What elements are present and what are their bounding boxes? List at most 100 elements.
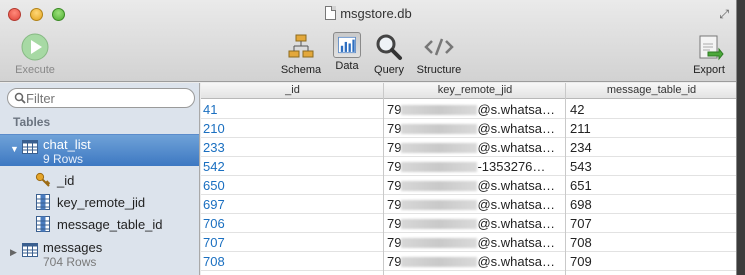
cell-message-table-id[interactable]: 211 (570, 121, 730, 136)
export-icon (699, 35, 724, 61)
jid-prefix: 79 (387, 140, 402, 155)
table-icon (22, 140, 38, 154)
cell-message-table-id[interactable]: 651 (570, 178, 730, 193)
table-row[interactable]: 210 79 @s.whatsa… 211 (201, 119, 736, 138)
jid-suffix: @s.whatsa… (477, 140, 555, 155)
grid-header: _id key_remote_jid message_table_id (201, 83, 736, 99)
column-icon (36, 216, 50, 232)
cell-id[interactable]: 542 (203, 159, 381, 174)
execute-button[interactable]: Execute (10, 32, 60, 76)
column-divider[interactable] (565, 83, 566, 275)
redacted-blur (401, 181, 478, 191)
table-icon (22, 243, 38, 257)
cell-key-remote-jid[interactable]: 79 @s.whatsa… (387, 121, 565, 136)
cell-message-table-id[interactable]: 709 (570, 254, 730, 269)
cell-id[interactable]: 650 (203, 178, 381, 193)
table-row[interactable]: 650 79 @s.whatsa… 651 (201, 176, 736, 195)
column-header-key-remote-jid[interactable]: key_remote_jid (384, 84, 566, 96)
data-label: Data (335, 60, 359, 72)
column-name: message_table_id (57, 217, 163, 232)
table-name: messages (43, 240, 103, 255)
sidebar-item-chat-list[interactable]: ▼ chat_list 9 Rows (0, 134, 199, 166)
sidebar-item-messages[interactable]: ▶ messages 704 Rows (0, 238, 199, 270)
redacted-blur (401, 143, 478, 153)
column-header-message-table-id[interactable]: message_table_id (566, 84, 736, 96)
table-row[interactable]: 706 79 @s.whatsa… 707 (201, 214, 736, 233)
jid-prefix: 79 (387, 254, 402, 269)
cell-message-table-id[interactable]: 698 (570, 197, 730, 212)
table-row[interactable]: 697 79 @s.whatsa… 698 (201, 195, 736, 214)
magnifier-icon (376, 34, 402, 60)
cell-key-remote-jid[interactable]: 79 -1353276… (387, 159, 565, 174)
window-title-bar: msgstore.db (0, 6, 736, 21)
code-brackets-icon (424, 38, 454, 56)
jid-suffix: -1353276… (477, 159, 546, 174)
cell-id[interactable]: 708 (203, 254, 381, 269)
redacted-blur (401, 200, 478, 210)
redacted-blur (401, 105, 478, 115)
jid-suffix: @s.whatsa… (477, 121, 555, 136)
column-name: _id (57, 173, 75, 188)
structure-button[interactable]: Structure (412, 32, 466, 76)
column-header-id[interactable]: _id (201, 84, 384, 96)
redacted-blur (401, 257, 478, 267)
jid-prefix: 79 (387, 235, 402, 250)
cell-id[interactable]: 707 (203, 235, 381, 250)
cell-key-remote-jid[interactable]: 79 @s.whatsa… (387, 102, 565, 117)
fullscreen-icon[interactable]: ⤢ (719, 7, 729, 22)
table-row[interactable]: 708 79 @s.whatsa… 709 (201, 252, 736, 271)
cell-message-table-id[interactable]: 42 (570, 102, 730, 117)
app-window: msgstore.db ⤢ Execute Schema Data Query … (0, 0, 737, 275)
column-divider[interactable] (383, 83, 384, 275)
cell-key-remote-jid[interactable]: 79 @s.whatsa… (387, 216, 565, 231)
export-button[interactable]: Export (689, 32, 729, 76)
data-grid: _id key_remote_jid message_table_id 41 7… (201, 83, 736, 275)
cell-id[interactable]: 41 (203, 102, 381, 117)
query-label: Query (374, 64, 404, 76)
cell-message-table-id[interactable]: 708 (570, 235, 730, 250)
table-row[interactable]: 542 79 -1353276… 543 (201, 157, 736, 176)
cell-message-table-id[interactable]: 707 (570, 216, 730, 231)
redacted-blur (401, 162, 478, 172)
cell-key-remote-jid[interactable]: 79 @s.whatsa… (387, 197, 565, 212)
window-title: msgstore.db (340, 6, 412, 21)
disclosure-expanded-icon[interactable]: ▼ (10, 144, 19, 154)
cell-message-table-id[interactable]: 543 (570, 159, 730, 174)
cell-key-remote-jid[interactable]: 79 @s.whatsa… (387, 178, 565, 193)
data-button[interactable]: Data (328, 32, 366, 72)
cell-id[interactable]: 210 (203, 121, 381, 136)
schema-button[interactable]: Schema (278, 32, 324, 76)
cell-message-table-id[interactable]: 234 (570, 140, 730, 155)
structure-label: Structure (416, 64, 462, 76)
jid-prefix: 79 (387, 102, 402, 117)
schema-label: Schema (280, 64, 322, 76)
jid-suffix: @s.whatsa… (477, 197, 555, 212)
cell-key-remote-jid[interactable]: 79 @s.whatsa… (387, 254, 565, 269)
cell-key-remote-jid[interactable]: 79 @s.whatsa… (387, 235, 565, 250)
toolbar: msgstore.db ⤢ Execute Schema Data Query … (0, 0, 736, 82)
query-button[interactable]: Query (370, 32, 408, 76)
jid-suffix: @s.whatsa… (477, 102, 555, 117)
filter-input[interactable] (26, 91, 186, 106)
execute-label: Execute (15, 64, 55, 76)
document-icon (325, 6, 337, 20)
table-row[interactable]: 41 79 @s.whatsa… 42 (201, 100, 736, 119)
cell-key-remote-jid[interactable]: 79 @s.whatsa… (387, 140, 565, 155)
filter-field[interactable] (7, 88, 195, 108)
play-icon (21, 33, 49, 61)
jid-suffix: @s.whatsa… (477, 235, 555, 250)
jid-suffix: @s.whatsa… (477, 254, 555, 269)
table-row[interactable]: 707 79 @s.whatsa… 708 (201, 233, 736, 252)
jid-prefix: 79 (387, 121, 402, 136)
table-row[interactable]: 233 79 @s.whatsa… 234 (201, 138, 736, 157)
export-label: Export (693, 64, 725, 76)
cell-id[interactable]: 697 (203, 197, 381, 212)
sidebar: Tables ▼ chat_list 9 Rows _id (0, 83, 200, 275)
jid-suffix: @s.whatsa… (477, 216, 555, 231)
column-icon (36, 194, 50, 210)
cell-id[interactable]: 233 (203, 140, 381, 155)
cell-id[interactable]: 706 (203, 216, 381, 231)
search-icon (14, 92, 26, 104)
disclosure-collapsed-icon[interactable]: ▶ (10, 247, 17, 258)
bar-chart-icon (333, 32, 361, 58)
